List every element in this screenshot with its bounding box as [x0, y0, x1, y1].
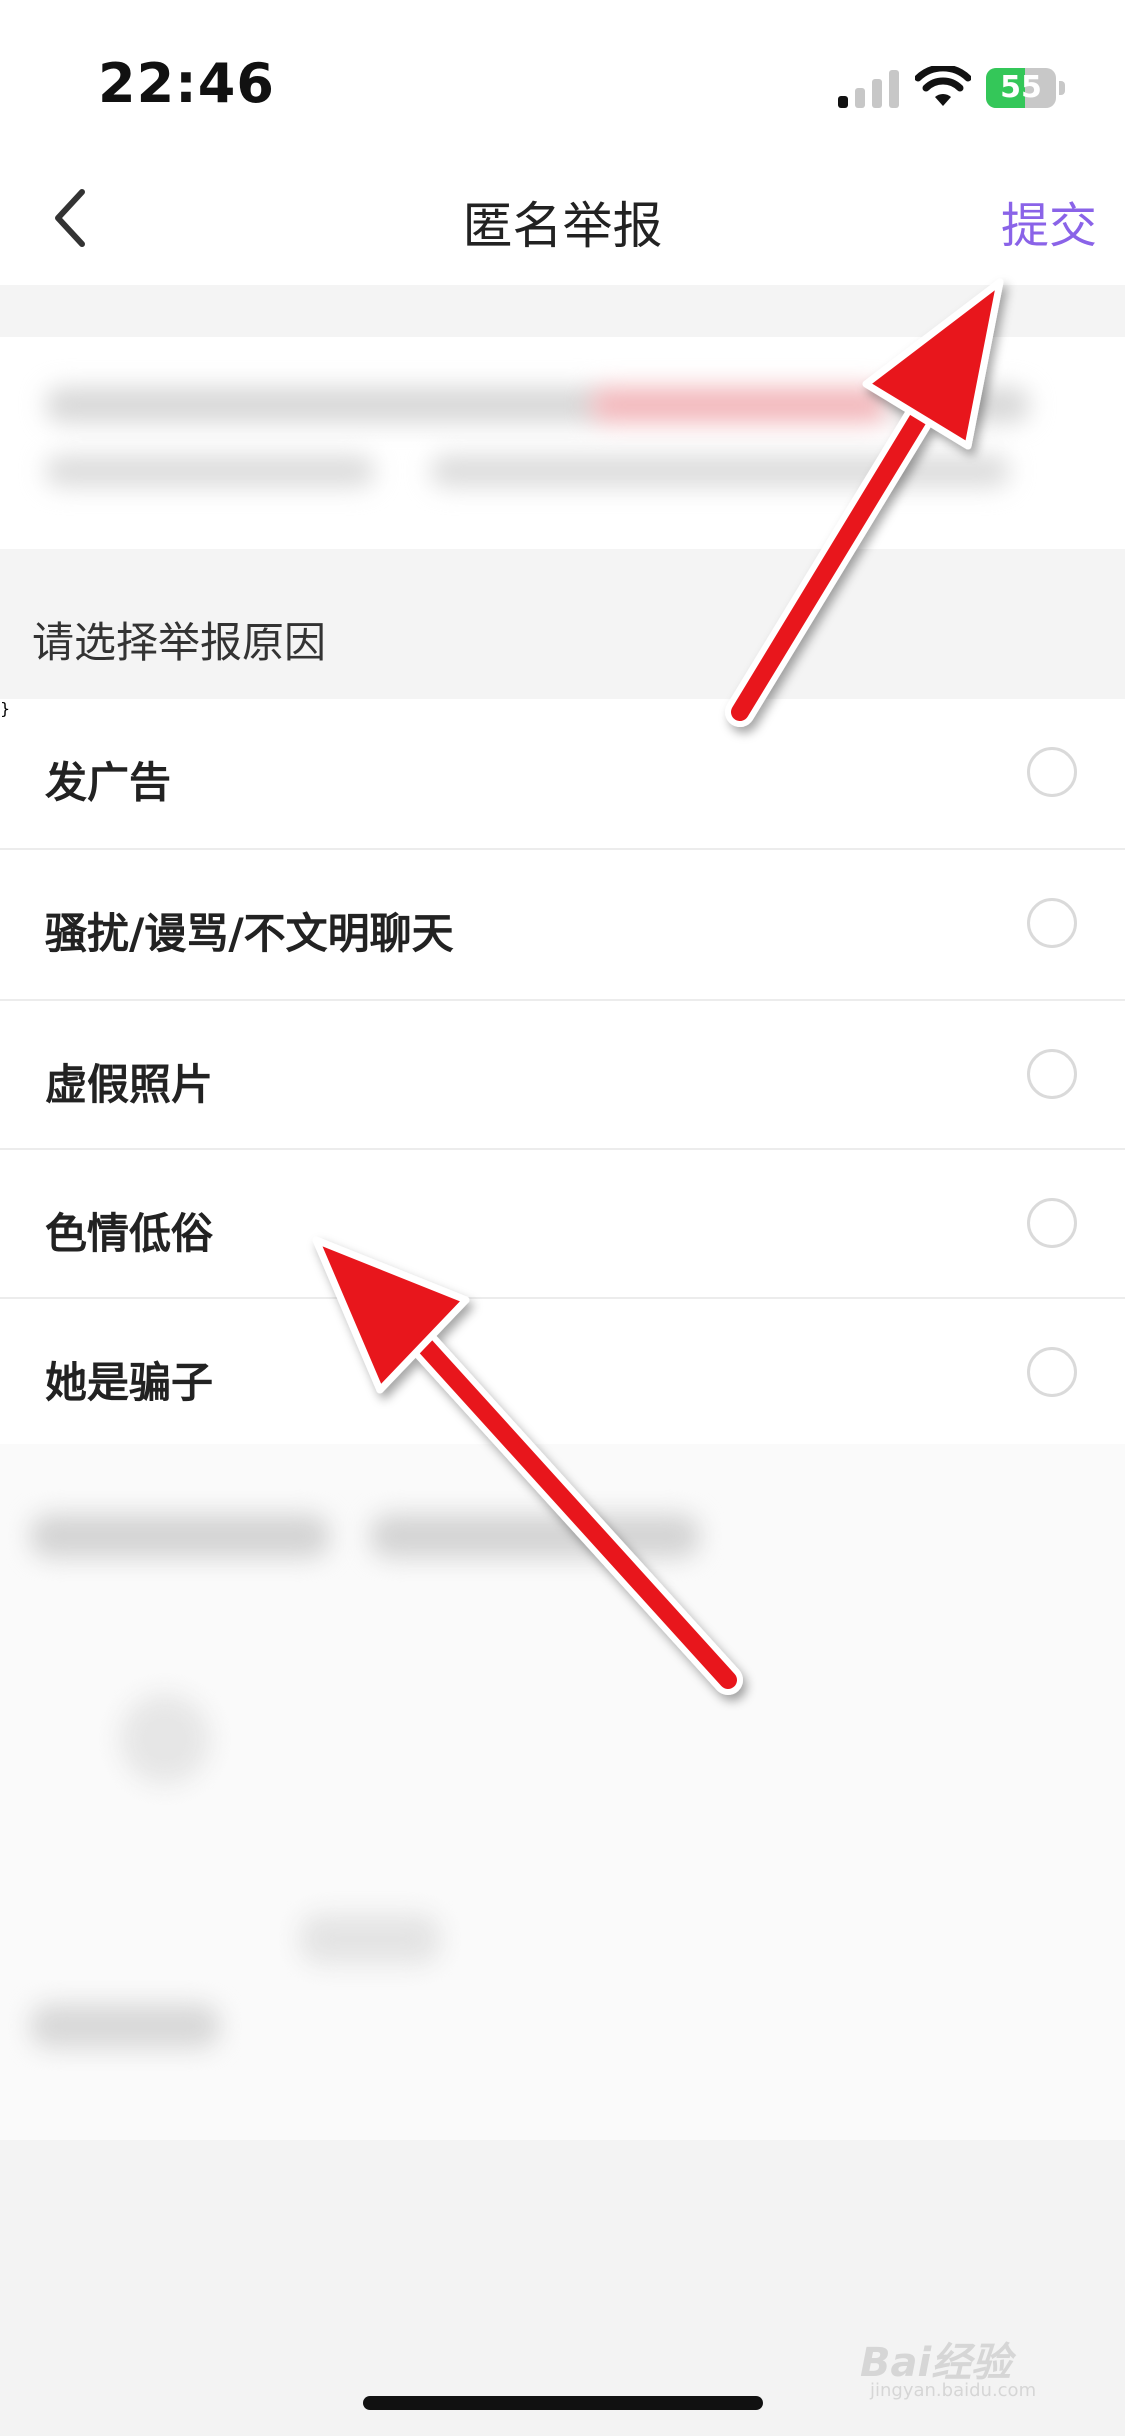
radio-button[interactable]: [1027, 1347, 1077, 1397]
blurred-content-area: [0, 1444, 1125, 2144]
blurred-text: [30, 2004, 220, 2048]
option-label: 骚扰/谩骂/不文明聊天: [45, 909, 454, 958]
blurred-text: [300, 1914, 440, 1964]
home-indicator[interactable]: [363, 2396, 763, 2410]
reason-options-list: 发广告 } 骚扰/谩骂/不文明聊天 虚假照片 色情低俗 她是骗子: [0, 699, 1125, 1444]
cellular-signal-icon: [838, 70, 899, 108]
spacer: [0, 285, 1125, 337]
blurred-text: [45, 455, 375, 487]
radio-button[interactable]: [1027, 747, 1077, 797]
wifi-icon: [915, 66, 971, 106]
status-bar: 22:46 55: [0, 0, 1125, 150]
battery-icon: 55: [986, 68, 1066, 108]
page-title: 匿名举报: [462, 197, 663, 255]
blurred-text: [430, 455, 1010, 487]
blurred-text: [590, 387, 890, 423]
radio-button[interactable]: [1027, 898, 1077, 948]
option-label: 虚假照片: [45, 1060, 214, 1109]
watermark-url: jingyan.baidu.com: [870, 2380, 1037, 2401]
reason-prompt: 请选择举报原因: [32, 618, 327, 667]
option-label: 色情低俗: [45, 1209, 214, 1258]
battery-level: 55: [1000, 70, 1042, 105]
option-fake-photos[interactable]: 虚假照片: [0, 1001, 1125, 1150]
radio-button[interactable]: [1027, 1049, 1077, 1099]
radio-button[interactable]: [1027, 1198, 1077, 1248]
option-ads[interactable]: 发广告 }: [0, 699, 1125, 848]
blurred-text: [890, 387, 1030, 423]
reported-user-card: [0, 337, 1125, 549]
blurred-text: [370, 1514, 700, 1558]
option-label: 她是骗子: [45, 1358, 214, 1407]
blurred-image: [120, 1694, 210, 1784]
blurred-text: [30, 1514, 330, 1558]
navigation-bar: 匿名举报 提交: [0, 150, 1125, 285]
reason-section-header: 请选择举报原因: [0, 549, 1125, 699]
blurred-text: [45, 387, 605, 423]
submit-button[interactable]: 提交: [1001, 186, 1097, 256]
option-scammer[interactable]: 她是骗子: [0, 1299, 1125, 1448]
option-harassment[interactable]: 骚扰/谩骂/不文明聊天: [0, 850, 1125, 999]
status-time: 22:46: [98, 52, 275, 115]
option-label: 发广告: [45, 758, 172, 807]
option-pornographic[interactable]: 色情低俗: [0, 1150, 1125, 1299]
